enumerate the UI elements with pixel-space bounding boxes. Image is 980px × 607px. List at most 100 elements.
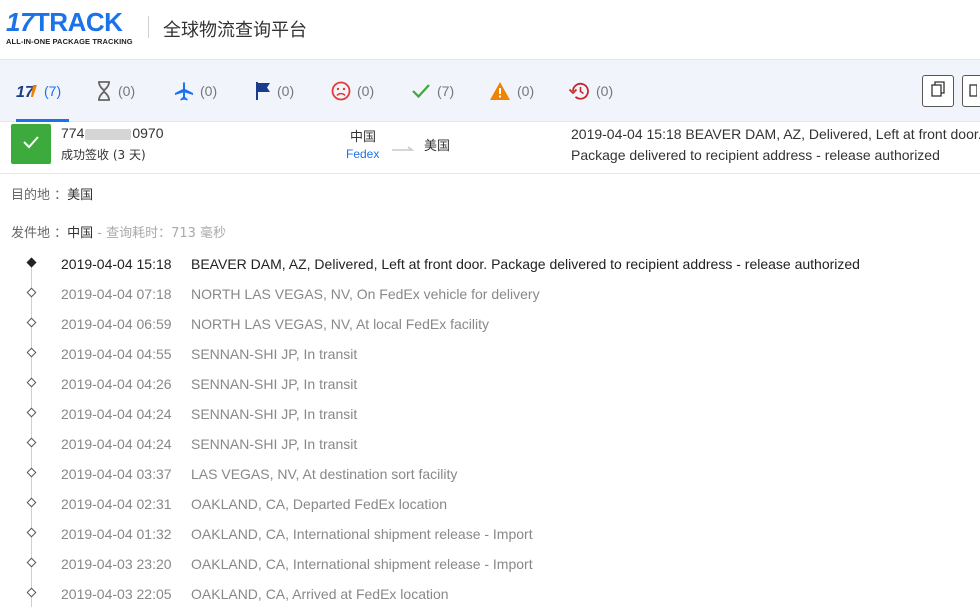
timeline-event: 2019-04-04 07:18 NORTH LAS VEGAS, NV, On … — [0, 279, 980, 309]
event-time: 2019-04-04 07:18 — [61, 286, 172, 302]
delivery-status-text: 成功签收 (3 天) — [61, 148, 146, 162]
tab-delivered-count: (7) — [437, 82, 455, 99]
origin-value: 中国 — [67, 226, 94, 241]
event-time: 2019-04-03 23:20 — [61, 556, 172, 572]
timeline-dot-icon — [26, 257, 37, 268]
origin-country: 中国 — [350, 130, 377, 145]
event-time: 2019-04-04 15:18 — [61, 256, 172, 272]
event-time: 2019-04-03 22:05 — [61, 586, 172, 602]
event-description: NORTH LAS VEGAS, NV, At local FedEx faci… — [191, 316, 489, 332]
redacted-mask — [85, 128, 132, 140]
copy-button[interactable] — [922, 75, 954, 107]
copy-icon — [931, 80, 945, 102]
tab-in-transit-count: (0) — [200, 82, 218, 99]
event-time: 2019-04-04 03:37 — [61, 466, 172, 482]
destination-info: 目的地 ：美国 — [11, 184, 93, 203]
flag-icon — [255, 81, 271, 101]
timeline-event: 2019-04-04 15:18 BEAVER DAM, AZ, Delivere… — [0, 249, 980, 279]
timeline-dot-icon — [26, 287, 37, 298]
timeline-event: 2019-04-04 04:24 SENNAN-SHI JP, In transi… — [0, 399, 980, 429]
carrier-link[interactable]: Fedex — [346, 147, 379, 161]
event-description: SENNAN-SHI JP, In transit — [191, 436, 358, 452]
timeline-event: 2019-04-04 06:59 NORTH LAS VEGAS, NV, At … — [0, 309, 980, 339]
tab-alert-count: (0) — [517, 82, 535, 99]
event-description: OAKLAND, CA, Arrived at FedEx location — [191, 586, 449, 602]
destination-label: 目的地 ： — [11, 188, 68, 203]
tab-pickup[interactable]: (0) — [255, 60, 294, 121]
route-arrow-icon — [392, 140, 415, 151]
destination-value: 美国 — [67, 188, 94, 203]
copy-all-icon — [967, 81, 978, 102]
timeline-event: 2019-04-04 04:26 SENNAN-SHI JP, In transi… — [0, 369, 980, 399]
hourglass-icon — [96, 80, 112, 101]
tab-expired-count: (0) — [596, 82, 614, 99]
event-time: 2019-04-04 02:31 — [61, 496, 172, 512]
logo-word: TRACK — [33, 7, 123, 37]
latest-event-line1: 2019-04-04 15:18 BEAVER DAM, AZ, Deliver… — [571, 126, 980, 142]
timeline-event: 2019-04-04 01:32 OAKLAND, CA, Internation… — [0, 519, 980, 549]
status-tabs: 17 (7) (0) (0) (0) (0) (7) (0) (0) — [0, 60, 980, 122]
timeline-dot-icon — [26, 377, 37, 388]
check-icon — [22, 135, 40, 154]
timeline-dot-icon — [26, 407, 37, 418]
header: 17TRACK ALL-IN-ONE PACKAGE TRACKING 全球物流… — [0, 0, 980, 60]
event-description: OAKLAND, CA, Departed FedEx location — [191, 496, 448, 512]
tab-pickup-count: (0) — [277, 82, 295, 99]
tab-undelivered[interactable]: (0) — [331, 60, 374, 121]
timeline-event: 2019-04-04 02:31 OAKLAND, CA, Departed Fe… — [0, 489, 980, 519]
timeline-event: 2019-04-04 04:24 SENNAN-SHI JP, In transi… — [0, 429, 980, 459]
17track-logo-icon: 17 — [16, 82, 38, 100]
timeline-dot-icon — [26, 467, 37, 478]
tab-expired[interactable]: (0) — [568, 60, 613, 121]
logo-number: 17 — [6, 7, 34, 37]
copy-all-button[interactable] — [962, 75, 980, 107]
delivered-status-badge — [11, 124, 51, 164]
timeline-dot-icon — [26, 587, 37, 598]
timeline-dot-icon — [26, 347, 37, 358]
timeline-dot-icon — [26, 437, 37, 448]
event-time: 2019-04-04 01:32 — [61, 526, 172, 542]
17track-logo[interactable]: 17TRACK ALL-IN-ONE PACKAGE TRACKING — [6, 8, 136, 48]
event-time: 2019-04-04 04:24 — [61, 406, 172, 422]
timeline-dot-icon — [26, 317, 37, 328]
tab-all[interactable]: 17 (7) — [16, 60, 70, 122]
event-time: 2019-04-04 06:59 — [61, 316, 172, 332]
tab-not-found[interactable]: (0) — [96, 60, 135, 121]
tab-not-found-count: (0) — [118, 82, 136, 99]
shipment-summary[interactable]: 774 0970 成功签收 (3 天) 中国 Fedex 美国 2019-04-0… — [0, 122, 980, 174]
query-elapsed: - 查询耗时：713 毫秒 — [93, 226, 227, 241]
tab-delivered[interactable]: (7) — [411, 60, 454, 121]
warning-icon — [489, 81, 511, 101]
event-time: 2019-04-04 04:24 — [61, 436, 172, 452]
tab-undelivered-count: (0) — [357, 82, 375, 99]
tab-alert[interactable]: (0) — [489, 60, 534, 121]
event-description: SENNAN-SHI JP, In transit — [191, 406, 358, 422]
latest-event: 2019-04-04 15:18 BEAVER DAM, AZ, Deliver… — [571, 124, 980, 166]
event-description: OAKLAND, CA, International shipment rele… — [191, 556, 533, 572]
timeline-event: 2019-04-04 04:55 SENNAN-SHI JP, In transi… — [0, 339, 980, 369]
check-icon — [411, 82, 431, 100]
tracking-number[interactable]: 774 0970 — [61, 125, 164, 141]
airplane-icon — [174, 81, 194, 101]
event-description: BEAVER DAM, AZ, Delivered, Left at front… — [191, 256, 860, 272]
timeline-event: 2019-04-03 23:20 OAKLAND, CA, Internation… — [0, 549, 980, 579]
destination-country: 美国 — [424, 139, 451, 154]
event-description: LAS VEGAS, NV, At destination sort facil… — [191, 466, 458, 482]
history-icon — [568, 81, 590, 101]
origin-label: 发件地 ： — [11, 226, 68, 241]
latest-event-line2: Package delivered to recipient address -… — [571, 147, 940, 163]
sad-face-icon — [331, 81, 351, 101]
logo-tagline: ALL-IN-ONE PACKAGE TRACKING — [6, 37, 133, 46]
timeline-dot-icon — [26, 527, 37, 538]
event-time: 2019-04-04 04:55 — [61, 346, 172, 362]
tab-in-transit[interactable]: (0) — [174, 60, 217, 121]
event-description: SENNAN-SHI JP, In transit — [191, 376, 358, 392]
timeline-event: 2019-04-03 22:05 OAKLAND, CA, Arrived at … — [0, 579, 980, 607]
timeline-event: 2019-04-04 03:37 LAS VEGAS, NV, At destin… — [0, 459, 980, 489]
tab-all-count: (7) — [44, 82, 62, 99]
timeline-dot-icon — [26, 497, 37, 508]
page-title: 全球物流查询平台 — [163, 20, 307, 41]
origin-info: 发件地 ：中国 - 查询耗时：713 毫秒 — [11, 222, 226, 241]
event-description: SENNAN-SHI JP, In transit — [191, 346, 358, 362]
event-description: NORTH LAS VEGAS, NV, On FedEx vehicle fo… — [191, 286, 540, 302]
